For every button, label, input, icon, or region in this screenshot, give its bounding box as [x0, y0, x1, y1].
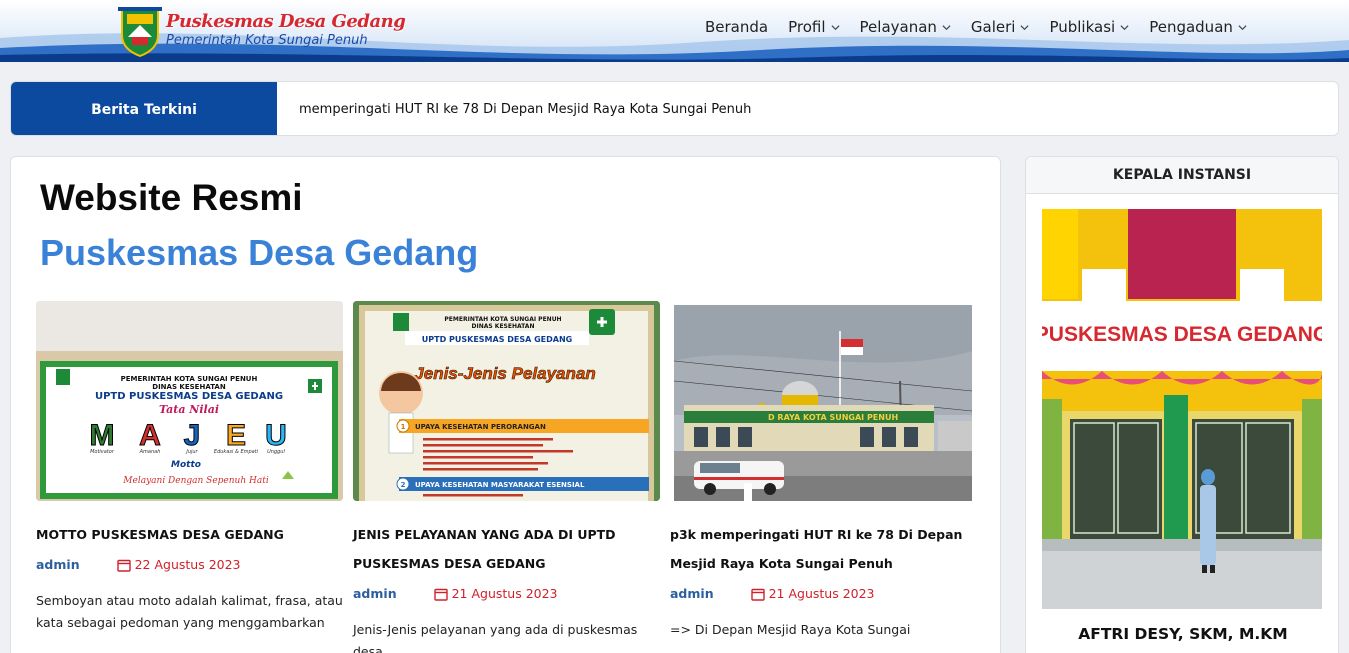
head-of-agency-name: AFTRI DESY, SKM, M.KM	[1078, 625, 1288, 643]
crest-logo-icon	[118, 7, 162, 57]
post-meta: admin 21 Agustus 2023	[670, 586, 977, 601]
letter-u: U	[265, 419, 287, 452]
nav-label: Beranda	[705, 18, 769, 36]
letter-word-5: Unggul	[267, 449, 285, 455]
post-title[interactable]: p3k memperingati HUT RI ke 78 Di Depan M…	[670, 520, 977, 578]
brand-title: Puskesmas Desa Gedang	[166, 11, 406, 32]
building-photo: PUSKESMAS DESA GEDANG	[1042, 209, 1322, 609]
sidebar-widget: KEPALA INSTANSI PUSKESMAS DESA GEDANG AF…	[1025, 156, 1339, 653]
nav-label: Publikasi	[1049, 18, 1116, 36]
post-thumbnail[interactable]: D RAYA KOTA SUNGAI PENUH	[670, 301, 977, 501]
nav-label: Profil	[788, 18, 826, 36]
board2-num2: 2	[401, 481, 406, 489]
letter-j: J	[184, 419, 201, 452]
motto-board-image: PEMERINTAH KOTA SUNGAI PENUH DINAS KESEH…	[36, 301, 343, 501]
site-logo[interactable]: Puskesmas Desa Gedang Pemerintah Kota Su…	[118, 5, 406, 57]
board-motto: Motto	[171, 460, 201, 470]
post-thumbnail[interactable]: PEMERINTAH KOTA SUNGAI PENUH DINAS KESEH…	[353, 301, 660, 501]
post-card: PEMERINTAH KOTA SUNGAI PENUH DINAS KESEH…	[36, 301, 343, 634]
main-content: Website Resmi Puskesmas Desa Gedang PEME…	[10, 156, 1001, 653]
nav-label: Pelayanan	[859, 18, 937, 36]
post-thumbnail[interactable]: PEMERINTAH KOTA SUNGAI PENUH DINAS KESEH…	[36, 301, 343, 501]
nav-label: Galeri	[970, 18, 1016, 36]
brand-subtitle: Pemerintah Kota Sungai Penuh	[166, 33, 368, 48]
post-author[interactable]: admin	[36, 557, 80, 572]
board2-line1: PEMERINTAH KOTA SUNGAI PENUH	[444, 316, 561, 323]
services-board-image: PEMERINTAH KOTA SUNGAI PENUH DINAS KESEH…	[353, 301, 660, 501]
letter-word-2: Amanah	[139, 449, 161, 455]
board2-line2: DINAS KESEHATAN	[472, 323, 535, 330]
board-tagline: Melayani Dengan Sepenuh Hati	[122, 476, 269, 486]
calendar-icon	[750, 588, 765, 601]
letter-word-3: Jujur	[185, 449, 198, 455]
nav-item-pengaduan[interactable]: Pengaduan	[1149, 18, 1247, 36]
letter-e: E	[226, 419, 246, 452]
site-header: Puskesmas Desa Gedang Pemerintah Kota Su…	[0, 0, 1349, 62]
board-line2: DINAS KESEHATAN	[152, 383, 226, 391]
board-line4: Tata Nilai	[159, 403, 219, 416]
ticker-link[interactable]: memperingati HUT RI ke 78 Di Depan Mesji…	[299, 82, 751, 135]
page-subtitle: Puskesmas Desa Gedang	[40, 232, 479, 273]
chevron-down-icon	[831, 24, 840, 30]
board2-section1: UPAYA KESEHATAN PERORANGAN	[415, 423, 546, 431]
post-excerpt: Jenis-Jenis pelayanan yang ada di puskes…	[353, 622, 638, 653]
nav-label: Pengaduan	[1149, 18, 1233, 36]
letter-m: M	[90, 419, 115, 452]
post-meta: admin 21 Agustus 2023	[353, 586, 660, 601]
building-sign: PUSKESMAS DESA GEDANG	[1042, 323, 1322, 346]
calendar-icon	[116, 559, 131, 572]
post-date: 22 Agustus 2023	[116, 557, 241, 572]
board2-section2: UPAYA KESEHATAN MASYARAKAT ESENSIAL	[415, 481, 585, 489]
letter-word-1: Motivator	[90, 449, 115, 455]
head-of-agency-photo: PUSKESMAS DESA GEDANG	[1042, 209, 1322, 609]
sidebar-heading: KEPALA INSTANSI	[1026, 157, 1338, 194]
chevron-down-icon	[1020, 24, 1029, 30]
ticker-label: Berita Terkini	[11, 82, 277, 135]
calendar-icon	[433, 588, 448, 601]
post-date-text: 22 Agustus 2023	[134, 557, 241, 572]
post-excerpt: => Di Depan Mesjid Raya Kota Sungai	[670, 622, 911, 637]
post-excerpt: Semboyan atau moto adalah kalimat, frasa…	[36, 593, 343, 630]
board-line1: PEMERINTAH KOTA SUNGAI PENUH	[121, 375, 258, 383]
nav-item-profil[interactable]: Profil	[788, 18, 840, 36]
post-card: PEMERINTAH KOTA SUNGAI PENUH DINAS KESEH…	[353, 301, 660, 653]
post-title[interactable]: MOTTO PUSKESMAS DESA GEDANG	[36, 520, 343, 549]
board-line3: UPTD PUSKESMAS DESA GEDANG	[95, 391, 283, 402]
post-author[interactable]: admin	[353, 586, 397, 601]
post-title[interactable]: JENIS PELAYANAN YANG ADA DI UPTD PUSKESM…	[353, 520, 660, 578]
post-date: 21 Agustus 2023	[750, 586, 875, 601]
post-date-text: 21 Agustus 2023	[451, 586, 558, 601]
mosque-sign: D RAYA KOTA SUNGAI PENUH	[768, 413, 898, 422]
board2-line3: UPTD PUSKESMAS DESA GEDANG	[422, 335, 572, 344]
post-date: 21 Agustus 2023	[433, 586, 558, 601]
news-ticker: Berita Terkini memperingati HUT RI ke 78…	[10, 81, 1339, 136]
letter-word-4: Edukasi & Empati	[214, 449, 259, 455]
post-card: D RAYA KOTA SUNGAI PENUH p3k memperingat…	[670, 301, 977, 641]
chevron-down-icon	[1238, 24, 1247, 30]
mosque-photo: D RAYA KOTA SUNGAI PENUH	[673, 305, 973, 501]
post-meta: admin 22 Agustus 2023	[36, 557, 343, 572]
board2-heading: Jenis-Jenis Pelayanan	[414, 364, 595, 383]
nav-item-beranda[interactable]: Beranda	[705, 18, 768, 36]
letter-a: A	[139, 419, 161, 452]
chevron-down-icon	[1120, 24, 1129, 30]
post-date-text: 21 Agustus 2023	[768, 586, 875, 601]
board2-num1: 1	[401, 423, 406, 431]
main-nav: Beranda Profil Pelayanan Galeri Publikas…	[705, 18, 1247, 36]
nav-item-galeri[interactable]: Galeri	[971, 18, 1030, 36]
page-title: Website Resmi	[40, 177, 303, 218]
nav-item-pelayanan[interactable]: Pelayanan	[860, 18, 951, 36]
chevron-down-icon	[942, 24, 951, 30]
nav-item-publikasi[interactable]: Publikasi	[1049, 18, 1129, 36]
post-author[interactable]: admin	[670, 586, 714, 601]
